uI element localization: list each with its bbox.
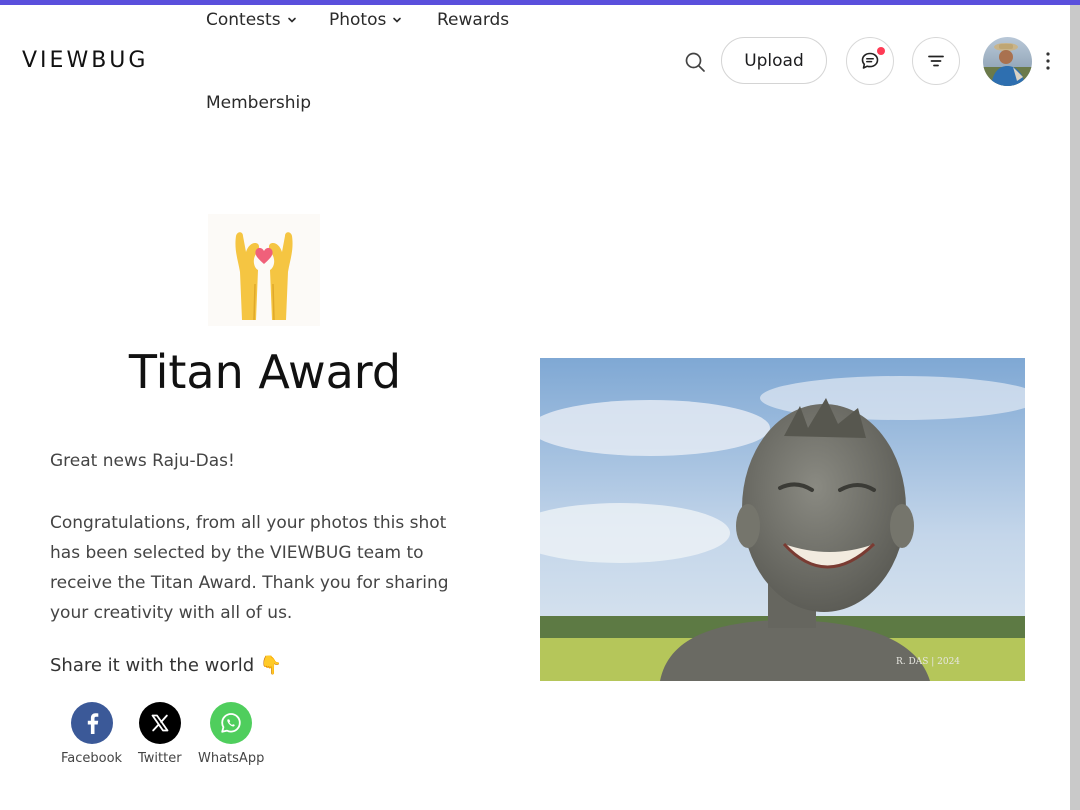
nav-rewards-label: Rewards (437, 10, 510, 30)
filter-button[interactable] (912, 37, 960, 85)
search-icon[interactable] (683, 50, 707, 74)
chevron-down-icon (287, 17, 296, 23)
nav-rewards[interactable]: Rewards (437, 10, 509, 30)
top-accent-bar (0, 0, 1080, 5)
nav-contests-label: Contests (206, 10, 281, 30)
heart-hands-icon (208, 214, 320, 326)
nav-photos-label: Photos (329, 10, 387, 30)
chat-bubble-icon (861, 52, 879, 69)
whatsapp-icon (210, 702, 253, 744)
viewbug-logo[interactable]: VIEWBUG (22, 48, 148, 73)
share-twitter-label: Twitter (138, 751, 182, 766)
nav-membership[interactable]: Membership (206, 93, 311, 113)
nav-photos[interactable]: Photos (329, 10, 403, 30)
user-avatar[interactable] (983, 37, 1032, 86)
nav-membership-label: Membership (206, 93, 312, 113)
share-twitter-button[interactable]: Twitter (138, 702, 182, 766)
share-heading: Share it with the world 👇 (50, 655, 283, 676)
award-photo[interactable]: R. DAS | 2024 (540, 358, 1025, 681)
award-message: Congratulations, from all your photos th… (50, 513, 449, 623)
notification-dot (877, 47, 885, 55)
messages-button[interactable] (846, 37, 894, 85)
photo-watermark: R. DAS | 2024 (896, 657, 960, 667)
facebook-icon (70, 702, 113, 744)
share-facebook-label: Facebook (61, 751, 123, 766)
upload-button-label: Upload (744, 50, 804, 71)
x-twitter-icon (138, 702, 181, 744)
nav-contests[interactable]: Contests (206, 10, 298, 30)
share-whatsapp-button[interactable]: WhatsApp (198, 702, 264, 766)
share-facebook-button[interactable]: Facebook (61, 702, 122, 766)
upload-button[interactable]: Upload (721, 37, 827, 84)
chevron-down-icon (393, 17, 402, 23)
page-scrollbar[interactable] (1070, 5, 1080, 810)
greeting-text: Great news Raju-Das! (50, 451, 235, 471)
filter-icon (928, 55, 944, 67)
kebab-vertical-icon[interactable] (1044, 50, 1052, 72)
avatar-image (983, 37, 1032, 86)
share-whatsapp-label: WhatsApp (198, 751, 265, 766)
award-title: Titan Award (128, 345, 402, 399)
